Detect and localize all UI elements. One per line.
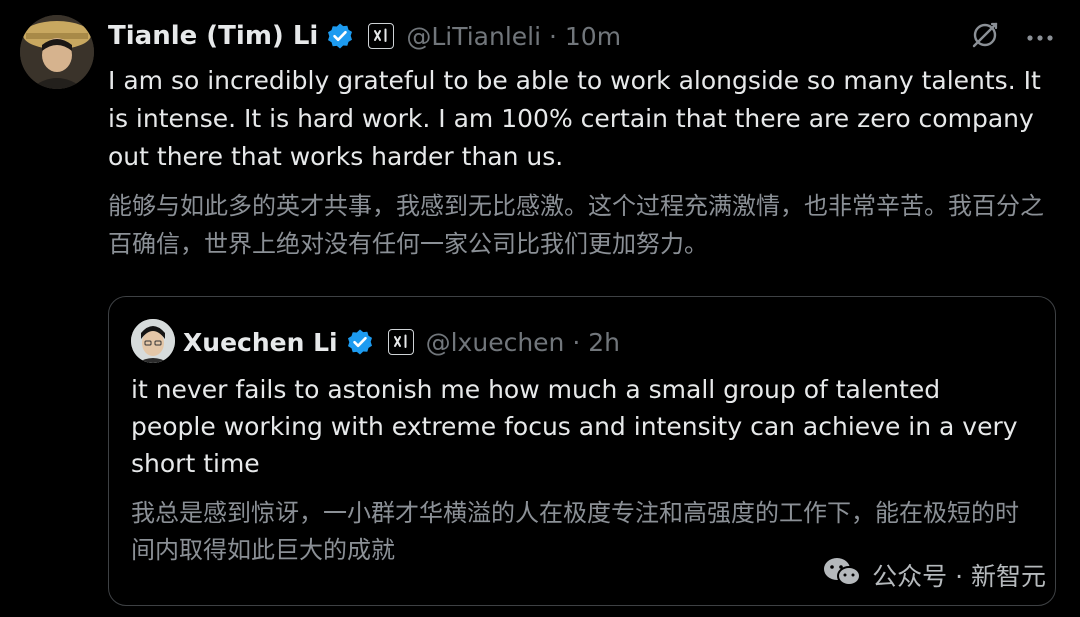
xai-affiliate-icon[interactable] [368, 23, 395, 49]
wechat-watermark: 公众号 · 新智元 [822, 556, 1046, 594]
verified-badge-icon [326, 22, 354, 50]
quoted-author-avatar[interactable] [131, 319, 175, 363]
author-name[interactable]: Tianle (Tim) Li [108, 21, 318, 51]
author-handle-time[interactable]: @LiTianleli · 10m [406, 22, 621, 51]
tweet-translation: 能够与如此多的英才共事，我感到无比感激。这个过程充满激情，也非常辛苦。我百分之百… [108, 192, 1044, 258]
grok-icon[interactable] [970, 20, 1000, 54]
tweet-header: Tianle (Tim) Li @LiTianleli · 10m [108, 18, 621, 54]
quoted-author-name[interactable]: Xuechen Li [183, 328, 338, 357]
quoted-xai-affiliate-icon[interactable] [387, 329, 414, 355]
watermark-text: 公众号 · 新智元 [872, 562, 1046, 591]
author-avatar[interactable] [20, 15, 94, 89]
quoted-tweet-header: Xuechen Li @lxuechen · 2h [183, 324, 620, 360]
quoted-handle-time[interactable]: @lxuechen · 2h [426, 328, 620, 357]
quoted-tweet-text: it never fails to astonish me how much a… [131, 375, 1018, 478]
avatar-image [20, 15, 94, 89]
more-icon[interactable] [1026, 28, 1054, 47]
quoted-verified-badge-icon [346, 328, 374, 356]
wechat-icon [822, 556, 862, 594]
quoted-avatar-image [131, 319, 175, 363]
tweet-text: I am so incredibly grateful to be able t… [108, 66, 1041, 171]
tweet-actions [970, 20, 1054, 54]
